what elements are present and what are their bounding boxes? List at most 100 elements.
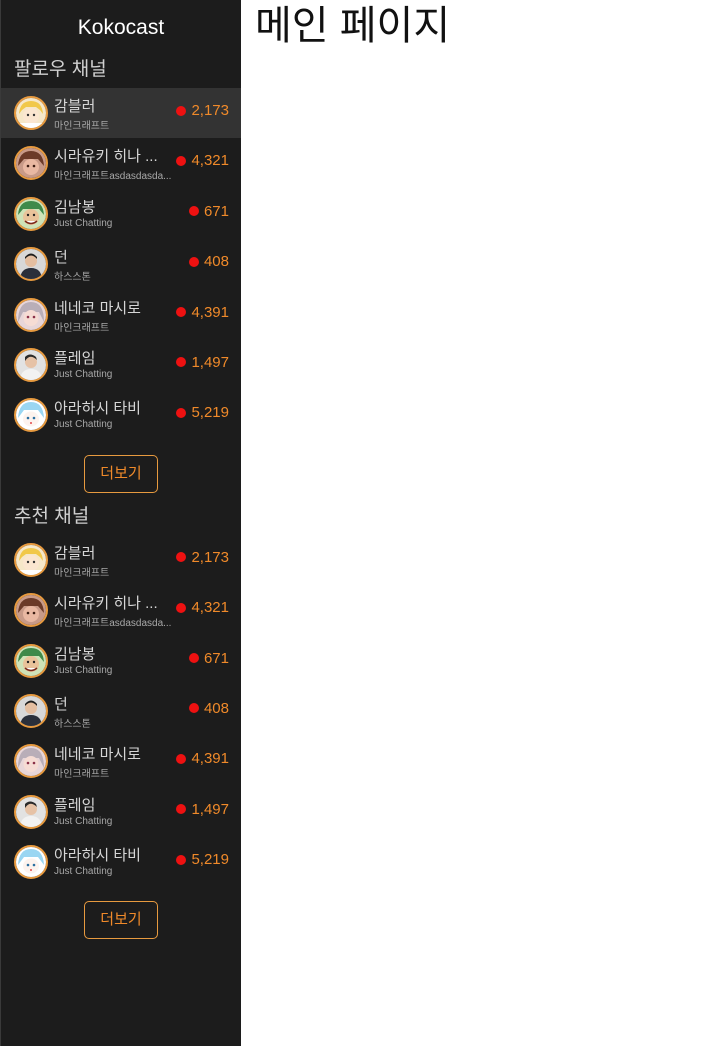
channel-item[interactable]: 시라유키 히나 ... 마인크래프트asdasdasda... 4,321 — [1, 138, 241, 188]
viewer-count-wrap: 5,219 — [176, 404, 229, 421]
live-dot-icon — [176, 357, 187, 368]
live-dot-icon — [176, 602, 187, 613]
live-dot-icon — [188, 206, 199, 217]
following-channel-list: 감블러마인크래프트 2,173 시라유키 히나 ... 마인크래프트asdasdasd… — [1, 88, 241, 441]
following-more-wrap: 더보기 — [1, 441, 241, 501]
channel-category: Just Chatting — [54, 217, 113, 229]
viewer-count-wrap: 4,391 — [176, 304, 229, 321]
channel-category: Just Chatting — [54, 815, 113, 827]
channel-item[interactable]: 플레임 Just Chatting 1,497 — [1, 787, 241, 837]
channel-item[interactable]: 감블러마인크래프트 2,173 — [1, 88, 241, 139]
channel-item[interactable]: 아라하시 타비 Just Chatting 5,219 — [1, 837, 241, 887]
live-dot-icon — [176, 155, 187, 166]
channel-name: 김남봉 — [54, 198, 96, 216]
viewer-count-wrap: 4,391 — [176, 750, 229, 767]
channel-name: 시라유키 히나 ... — [54, 148, 158, 166]
viewer-count: 4,321 — [191, 152, 229, 170]
channel-category: 마인크래프트 — [54, 567, 110, 579]
live-dot-icon — [176, 804, 187, 815]
viewer-count: 4,391 — [191, 750, 229, 768]
live-dot-icon — [188, 703, 199, 714]
channel-name: 던 — [54, 695, 68, 713]
channel-name: 플레임 — [54, 349, 96, 367]
channel-name: 아라하시 타비 — [54, 400, 141, 418]
viewer-count: 4,391 — [191, 303, 229, 321]
viewer-count: 408 — [203, 253, 229, 271]
page-title: 메인 페이지 — [255, 4, 451, 48]
viewer-count-wrap: 671 — [188, 650, 229, 667]
channel-category: 마인크래프트asdasdasda... — [54, 618, 172, 630]
channel-name: 감블러 — [54, 544, 96, 562]
live-dot-icon — [176, 307, 187, 318]
live-dot-icon — [176, 407, 187, 418]
channel-item[interactable]: 시라유키 히나 ... 마인크래프트asdasdasda... 4,321 — [1, 585, 241, 635]
viewer-count: 671 — [203, 202, 229, 220]
channel-item[interactable]: 던하스스톤 408 — [1, 239, 241, 289]
viewer-count-wrap: 1,497 — [176, 801, 229, 818]
avatar — [14, 398, 48, 433]
channel-category: 마인크래프트asdasdasda... — [54, 171, 172, 183]
channel-category: 마인크래프트 — [54, 121, 110, 132]
channel-name: 던 — [54, 249, 68, 267]
viewer-count-wrap: 4,321 — [176, 599, 229, 616]
channel-item[interactable]: 아라하시 타비 Just Chatting 5,219 — [1, 390, 241, 440]
viewer-count-wrap: 2,173 — [176, 549, 229, 566]
viewer-count: 5,219 — [191, 851, 229, 869]
avatar — [14, 744, 48, 779]
avatar — [14, 794, 48, 829]
avatar — [14, 247, 48, 282]
channel-item[interactable]: 김남봉 Just Chatting 671 — [1, 189, 241, 239]
channel-category: 하스스톤 — [54, 272, 91, 284]
live-dot-icon — [176, 854, 187, 865]
channel-name: 감블러 — [54, 98, 96, 115]
viewer-count-wrap: 4,321 — [176, 152, 229, 169]
channel-category: 하스스톤 — [54, 718, 91, 730]
channel-category: 마인크래프트 — [54, 769, 110, 781]
avatar — [14, 693, 48, 728]
channel-name: 김남봉 — [54, 645, 96, 663]
channel-category: Just Chatting — [54, 664, 113, 676]
viewer-count: 1,497 — [191, 800, 229, 818]
channel-category: Just Chatting — [54, 368, 113, 380]
section-title-recommended: 추천 채널 — [14, 505, 90, 527]
viewer-count-wrap: 1,497 — [176, 354, 229, 371]
viewer-count-wrap: 408 — [188, 253, 229, 271]
channel-item[interactable]: 플레임 Just Chatting 1,497 — [1, 340, 241, 390]
recommended-more-wrap: 더보기 — [1, 887, 241, 947]
viewer-count-wrap: 671 — [188, 202, 229, 220]
viewer-count: 408 — [203, 699, 229, 717]
channel-item[interactable]: 감블러마인크래프트 2,173 — [1, 535, 241, 585]
live-dot-icon — [176, 105, 187, 116]
section-title-following: 팔로우 채널 — [14, 59, 107, 80]
avatar — [14, 96, 48, 130]
channel-name: 아라하시 타비 — [54, 847, 141, 865]
channel-name: 시라유키 히나 ... — [54, 595, 158, 613]
channel-item[interactable]: 김남봉 Just Chatting 671 — [1, 636, 241, 686]
avatar — [14, 593, 48, 628]
channel-category: 마인크래프트 — [54, 322, 110, 334]
viewer-count-wrap: 5,219 — [176, 851, 229, 868]
channel-name: 플레임 — [54, 796, 96, 814]
viewer-count-wrap: 2,173 — [176, 102, 229, 119]
viewer-count: 4,321 — [191, 599, 229, 617]
live-dot-icon — [188, 256, 199, 267]
channel-item[interactable]: 네네코 마시로마인크래프트 4,391 — [1, 736, 241, 786]
channel-item[interactable]: 네네코 마시로 마인크래프트 4,391 — [1, 290, 241, 340]
sidebar: Kokocast 팔로우 채널 감블러 마인크래프트 2,173 시라유키 히나 ..… — [0, 0, 241, 1046]
avatar — [14, 146, 48, 181]
channel-category: Just Chatting — [54, 419, 113, 431]
channel-item[interactable]: 던하스스톤 408 — [1, 686, 241, 736]
brand-logo[interactable]: Kokocast — [1, 0, 241, 54]
viewer-count: 1,497 — [191, 353, 229, 371]
avatar — [14, 196, 48, 231]
channel-category: Just Chatting — [54, 866, 113, 878]
viewer-count: 2,173 — [191, 102, 229, 119]
avatar — [14, 845, 48, 880]
recommended-more-button[interactable]: 더보기 — [84, 901, 158, 940]
following-more-button[interactable]: 더보기 — [84, 454, 158, 493]
recommended-channel-list: 감블러마인크래프트 2,173 시라유키 히나 ... 마인크래프트asdasdasd… — [1, 535, 241, 888]
avatar — [14, 542, 48, 577]
viewer-count: 5,219 — [191, 404, 229, 422]
live-dot-icon — [188, 653, 199, 664]
channel-name: 네네코 마시로 — [54, 746, 141, 764]
